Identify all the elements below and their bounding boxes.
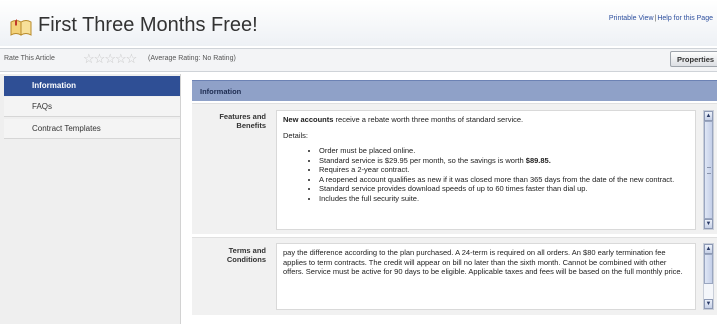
savings-text: Standard service is $29.95 per month, so…	[319, 155, 526, 165]
features-row: Features and Benefits New accounts recei…	[192, 103, 717, 234]
average-rating: (Average Rating: No Rating)	[148, 55, 236, 62]
grip-icon	[707, 167, 711, 174]
terms-scrollbar[interactable]: ▲ ▼	[703, 243, 714, 310]
terms-label: Terms and Conditions	[226, 246, 266, 264]
list-item: A reopened account qualifies as new if i…	[319, 175, 689, 185]
star-rating[interactable]: ☆☆☆☆☆	[83, 51, 138, 66]
terms-row: Terms and Conditions pay the difference …	[192, 237, 717, 315]
book-icon	[10, 19, 32, 36]
star-icon[interactable]: ☆	[115, 51, 127, 66]
scroll-thumb[interactable]	[704, 121, 713, 219]
help-link[interactable]: Help for this Page	[657, 15, 713, 22]
scroll-down-icon[interactable]: ▼	[704, 299, 713, 309]
features-scrollbar[interactable]: ▲ ▼	[703, 110, 714, 230]
features-label: Features and Benefits	[219, 112, 266, 130]
sidebar: Information FAQs Contract Templates	[0, 74, 181, 324]
sidebar-item-contract-templates[interactable]: Contract Templates	[4, 119, 180, 139]
section-title: Information	[200, 87, 242, 96]
page-header: First Three Months Free! Printable View|…	[0, 0, 717, 46]
rating-bar: Rate This Article ☆☆☆☆☆ (Average Rating:…	[0, 48, 717, 72]
star-icon[interactable]: ☆	[104, 51, 116, 66]
intro-bold: New accounts	[283, 115, 334, 124]
scroll-thumb[interactable]	[704, 254, 713, 284]
list-item: Standard service is $29.95 per month, so…	[319, 156, 689, 166]
scroll-up-icon[interactable]: ▲	[704, 111, 713, 121]
intro-rest: receive a rebate worth three months of s…	[333, 115, 524, 124]
main-content: Information Features and Benefits New ac…	[188, 80, 717, 324]
star-icon[interactable]: ☆	[126, 51, 138, 66]
list-item: Requires a 2-year contract.	[319, 165, 689, 175]
header-links: Printable View|Help for this Page	[609, 15, 713, 22]
details-list: Order must be placed online. Standard se…	[283, 146, 689, 203]
features-intro: New accounts receive a rebate worth thre…	[283, 115, 689, 125]
list-item: Standard service provides download speed…	[319, 184, 689, 194]
list-item: Includes the full security suite.	[319, 194, 689, 204]
rate-article-label: Rate This Article	[4, 55, 55, 62]
scroll-up-icon[interactable]: ▲	[704, 244, 713, 254]
terms-content: pay the difference according to the plan…	[276, 243, 696, 310]
page-title: First Three Months Free!	[38, 14, 258, 36]
properties-button[interactable]: Properties	[670, 51, 717, 67]
star-icon[interactable]: ☆	[94, 51, 106, 66]
sidebar-item-faqs[interactable]: FAQs	[4, 97, 180, 117]
list-item: Order must be placed online.	[319, 146, 689, 156]
section-header: Information	[192, 80, 717, 101]
scroll-down-icon[interactable]: ▼	[704, 219, 713, 229]
printable-view-link[interactable]: Printable View	[609, 15, 654, 22]
features-content: New accounts receive a rebate worth thre…	[276, 110, 696, 230]
sidebar-item-information[interactable]: Information	[4, 76, 180, 96]
details-label: Details:	[283, 130, 309, 140]
star-icon[interactable]: ☆	[83, 51, 95, 66]
savings-amount: $89.85.	[525, 155, 551, 165]
